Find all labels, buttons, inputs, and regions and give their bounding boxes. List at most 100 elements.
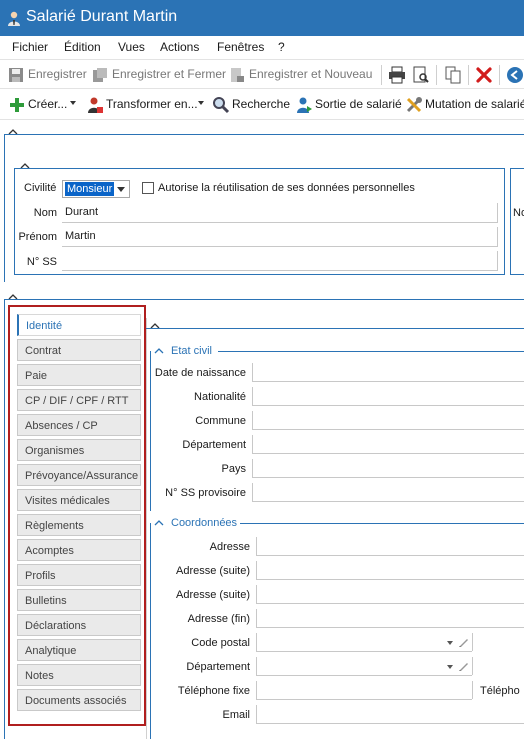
search-button[interactable]: Recherche: [212, 96, 290, 114]
civilite-select[interactable]: Monsieur: [62, 180, 130, 198]
tab-acomptes[interactable]: Acomptes: [17, 539, 141, 561]
telephone-fixe-label: Téléphone fixe: [177, 685, 250, 697]
tab-analytique[interactable]: Analytique: [17, 639, 141, 661]
save-close-button[interactable]: Enregistrer et Fermer: [92, 66, 226, 84]
date-naissance-field[interactable]: [252, 381, 524, 382]
save-close-icon: [93, 68, 107, 82]
departement-coord-label: Département: [186, 661, 250, 673]
create-button[interactable]: Créer...: [8, 96, 78, 114]
tab-visites-medicales[interactable]: Visites médicales: [17, 489, 141, 511]
window-title: Salarié Durant Martin: [26, 8, 178, 25]
exit-employee-button[interactable]: Sortie de salarié: [295, 96, 402, 114]
commune-field[interactable]: [252, 429, 524, 430]
coordonnees-title: Coordonnées: [171, 517, 238, 529]
plus-icon: [10, 98, 24, 112]
adresse-suite2-field[interactable]: [256, 603, 524, 604]
adresse-suite2-label: Adresse (suite): [176, 589, 250, 601]
user-icon: [8, 11, 20, 26]
content-divider: [146, 328, 524, 329]
field-border: [252, 387, 253, 405]
field-border: [252, 459, 253, 477]
pencil-icon[interactable]: [458, 636, 470, 648]
tab-contrat[interactable]: Contrat: [17, 339, 141, 361]
section-border: [4, 134, 5, 282]
menu-help[interactable]: ?: [278, 40, 285, 54]
save-button[interactable]: Enregistrer: [8, 66, 88, 84]
email-field[interactable]: [256, 723, 524, 724]
delete-icon[interactable]: [475, 66, 493, 84]
copy-icon[interactable]: [444, 66, 462, 84]
print-icon[interactable]: [388, 66, 406, 84]
menu-fichier[interactable]: Fichier: [12, 40, 48, 54]
section-border: [4, 299, 5, 739]
telephone-fixe-field[interactable]: [256, 699, 472, 700]
title-bar: Salarié Durant Martin: [0, 0, 524, 36]
tab-profils[interactable]: Profils: [17, 564, 141, 586]
chevron-down-icon: [70, 101, 76, 105]
toolbar-separator: [499, 65, 500, 85]
tab-documents-associes[interactable]: Documents associés: [17, 689, 141, 711]
code-postal-field[interactable]: [256, 651, 472, 652]
mutation-button[interactable]: Mutation de salarié: [405, 96, 524, 114]
nationalite-field[interactable]: [252, 405, 524, 406]
commune-label: Commune: [195, 415, 246, 427]
chevron-down-icon[interactable]: [447, 665, 453, 669]
right-truncated-label: No: [513, 207, 524, 219]
nss-provisoire-label: N° SS provisoire: [165, 487, 246, 499]
departement-coord-field[interactable]: [256, 675, 472, 676]
tab-paie[interactable]: Paie: [17, 364, 141, 386]
collapse-icon[interactable]: [154, 519, 164, 527]
menu-fenetres[interactable]: Fenêtres: [217, 40, 264, 54]
tab-reglements[interactable]: Règlements: [17, 514, 141, 536]
tab-prevoyance[interactable]: Prévoyance/Assurance: [17, 464, 141, 486]
prenom-field[interactable]: Martin: [62, 227, 498, 247]
adresse-label: Adresse: [209, 541, 250, 553]
tab-declarations[interactable]: Déclarations: [17, 614, 141, 636]
coordonnees-border: [150, 523, 151, 739]
menu-vues[interactable]: Vues: [118, 40, 145, 54]
civilite-label: Civilité: [24, 182, 57, 194]
date-naissance-label: Date de naissance: [154, 367, 246, 379]
adresse-fin-label: Adresse (fin): [187, 613, 250, 625]
section-divider: [4, 299, 524, 300]
section-divider: [4, 134, 524, 135]
nom-field[interactable]: Durant: [62, 203, 498, 223]
search-icon: [213, 97, 230, 114]
field-border: [256, 633, 257, 651]
right-group-border: [510, 168, 511, 274]
pays-field[interactable]: [252, 477, 524, 478]
menu-actions[interactable]: Actions: [160, 40, 199, 54]
pays-label: Pays: [221, 463, 246, 475]
departement-field[interactable]: [252, 453, 524, 454]
pencil-icon[interactable]: [458, 660, 470, 672]
nss-field[interactable]: [62, 251, 498, 271]
field-border: [256, 537, 257, 555]
adresse-suite-field[interactable]: [256, 579, 524, 580]
back-icon[interactable]: [506, 66, 524, 84]
tab-cp-dif-cpf-rtt[interactable]: CP / DIF / CPF / RTT: [17, 389, 141, 411]
collapse-icon[interactable]: [154, 347, 164, 355]
nss-provisoire-field[interactable]: [252, 501, 524, 502]
print-preview-icon[interactable]: [412, 66, 430, 84]
field-border: [256, 609, 257, 627]
group-top-border: [14, 168, 504, 169]
chevron-down-icon[interactable]: [447, 641, 453, 645]
consent-checkbox[interactable]: [142, 182, 154, 194]
nom-label: Nom: [33, 207, 57, 219]
tab-identite[interactable]: Identité: [17, 314, 141, 336]
field-border: [256, 561, 257, 579]
field-border: [252, 435, 253, 453]
group-left-border: [14, 168, 15, 274]
tab-organismes[interactable]: Organismes: [17, 439, 141, 461]
transform-button[interactable]: Transformer en...: [86, 96, 204, 114]
tab-bulletins[interactable]: Bulletins: [17, 589, 141, 611]
menu-edition[interactable]: Édition: [64, 40, 101, 54]
right-group-bottom-border: [510, 274, 524, 275]
user-exit-icon: [297, 97, 312, 113]
tab-notes[interactable]: Notes: [17, 664, 141, 686]
save-new-button[interactable]: Enregistrer et Nouveau: [229, 66, 373, 84]
adresse-field[interactable]: [256, 555, 524, 556]
civilite-value: Monsieur: [65, 182, 115, 196]
tab-absences[interactable]: Absences / CP: [17, 414, 141, 436]
adresse-fin-field[interactable]: [256, 627, 524, 628]
